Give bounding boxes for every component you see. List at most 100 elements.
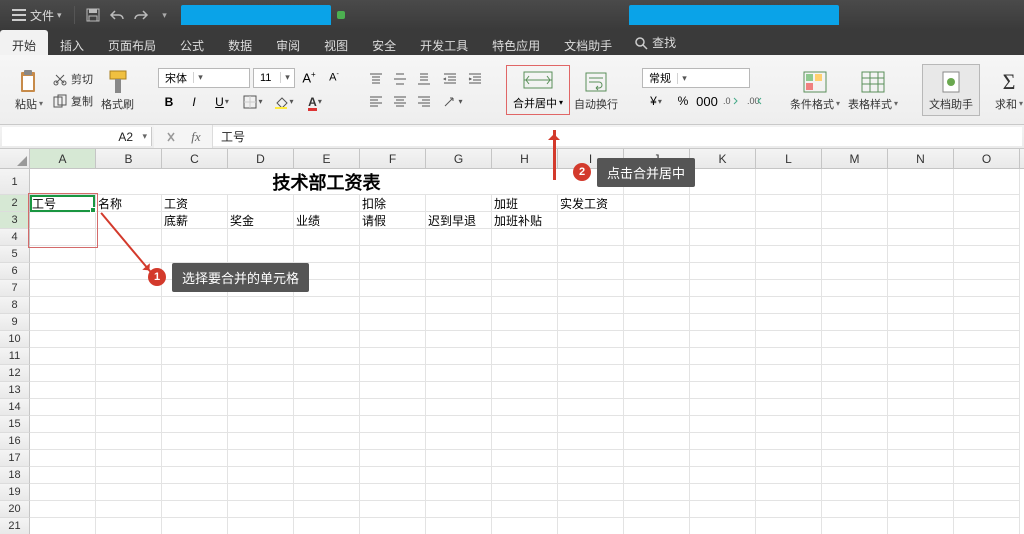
cell[interactable] xyxy=(690,297,756,314)
cell[interactable] xyxy=(756,229,822,246)
cell[interactable] xyxy=(888,314,954,331)
cell[interactable] xyxy=(690,263,756,280)
paste-button[interactable]: 粘贴▾ xyxy=(10,66,48,114)
cell[interactable] xyxy=(162,382,228,399)
cell[interactable] xyxy=(756,433,822,450)
cancel-edit-button[interactable] xyxy=(162,129,178,145)
cell[interactable] xyxy=(360,331,426,348)
cell[interactable] xyxy=(294,450,360,467)
align-middle-button[interactable] xyxy=(389,69,411,89)
cell[interactable] xyxy=(228,467,294,484)
cell[interactable] xyxy=(822,399,888,416)
cell[interactable] xyxy=(492,450,558,467)
cell[interactable] xyxy=(228,331,294,348)
row-header[interactable]: 14 xyxy=(0,399,30,416)
cell[interactable] xyxy=(624,416,690,433)
name-box[interactable]: A2 ▾ xyxy=(2,127,152,146)
cell[interactable] xyxy=(492,331,558,348)
cell[interactable] xyxy=(30,450,96,467)
fill-color-button[interactable]: ▾ xyxy=(270,92,298,112)
cell[interactable] xyxy=(360,365,426,382)
cell[interactable] xyxy=(294,195,360,212)
row-header[interactable]: 20 xyxy=(0,501,30,518)
cell[interactable] xyxy=(756,450,822,467)
cell[interactable] xyxy=(624,450,690,467)
cell[interactable] xyxy=(96,433,162,450)
cell[interactable] xyxy=(162,297,228,314)
cell[interactable] xyxy=(756,382,822,399)
cell[interactable] xyxy=(822,246,888,263)
cell[interactable] xyxy=(888,433,954,450)
underline-button[interactable]: U▾ xyxy=(208,92,236,112)
fx-button[interactable]: fx xyxy=(188,129,204,145)
cell[interactable] xyxy=(96,484,162,501)
column-header[interactable]: D xyxy=(228,149,294,168)
cell[interactable] xyxy=(360,382,426,399)
cell[interactable] xyxy=(558,416,624,433)
qat-redo-button[interactable] xyxy=(130,4,152,26)
file-menu-button[interactable]: 文件 ▾ xyxy=(6,4,68,27)
cell[interactable] xyxy=(690,314,756,331)
tab-formulas[interactable]: 公式 xyxy=(168,30,216,55)
cell[interactable] xyxy=(954,450,1020,467)
cell[interactable] xyxy=(228,399,294,416)
cell[interactable]: 名称 xyxy=(96,195,162,212)
cell[interactable] xyxy=(756,169,822,195)
column-header[interactable]: K xyxy=(690,149,756,168)
cell[interactable] xyxy=(558,450,624,467)
row-header[interactable]: 15 xyxy=(0,416,30,433)
cell[interactable] xyxy=(492,314,558,331)
cell[interactable] xyxy=(96,365,162,382)
cell[interactable] xyxy=(822,416,888,433)
align-right-button[interactable] xyxy=(413,91,435,111)
cell[interactable] xyxy=(888,484,954,501)
cell[interactable] xyxy=(96,467,162,484)
cell[interactable] xyxy=(558,348,624,365)
cell[interactable] xyxy=(756,467,822,484)
cell[interactable] xyxy=(954,399,1020,416)
row-header[interactable]: 7 xyxy=(0,280,30,297)
cell[interactable] xyxy=(30,382,96,399)
autosum-button[interactable]: Σ 求和▾ xyxy=(990,66,1024,114)
cell[interactable] xyxy=(96,314,162,331)
tab-home[interactable]: 开始 xyxy=(0,30,48,55)
cell[interactable] xyxy=(756,484,822,501)
cell[interactable] xyxy=(558,518,624,534)
row-header[interactable]: 10 xyxy=(0,331,30,348)
cell[interactable] xyxy=(96,416,162,433)
cell[interactable] xyxy=(162,450,228,467)
cell[interactable] xyxy=(30,212,96,229)
cell[interactable] xyxy=(888,169,954,195)
cell[interactable] xyxy=(822,382,888,399)
cell[interactable] xyxy=(624,484,690,501)
cell[interactable] xyxy=(426,280,492,297)
tab-data[interactable]: 数据 xyxy=(216,30,264,55)
cell[interactable] xyxy=(162,416,228,433)
cell[interactable] xyxy=(558,484,624,501)
cell[interactable] xyxy=(756,518,822,534)
cell[interactable] xyxy=(492,263,558,280)
cell[interactable] xyxy=(558,280,624,297)
decrease-decimal-button[interactable]: .00 xyxy=(744,91,766,111)
cell[interactable] xyxy=(756,263,822,280)
cell[interactable] xyxy=(888,399,954,416)
cell[interactable] xyxy=(228,297,294,314)
cell[interactable] xyxy=(360,229,426,246)
cell[interactable] xyxy=(822,229,888,246)
row-header[interactable]: 5 xyxy=(0,246,30,263)
cell[interactable] xyxy=(888,501,954,518)
cell[interactable]: 技术部工资表 xyxy=(30,169,624,195)
row-header[interactable]: 21 xyxy=(0,518,30,534)
cell[interactable] xyxy=(360,399,426,416)
cell[interactable] xyxy=(822,195,888,212)
row-header[interactable]: 4 xyxy=(0,229,30,246)
cell[interactable] xyxy=(558,467,624,484)
cell[interactable] xyxy=(162,331,228,348)
tab-view[interactable]: 视图 xyxy=(312,30,360,55)
cell[interactable] xyxy=(30,416,96,433)
cell[interactable] xyxy=(162,484,228,501)
cell[interactable] xyxy=(426,229,492,246)
currency-button[interactable]: ¥▾ xyxy=(642,91,670,111)
cell[interactable] xyxy=(360,246,426,263)
caret-down-icon[interactable]: ▾ xyxy=(193,72,207,83)
